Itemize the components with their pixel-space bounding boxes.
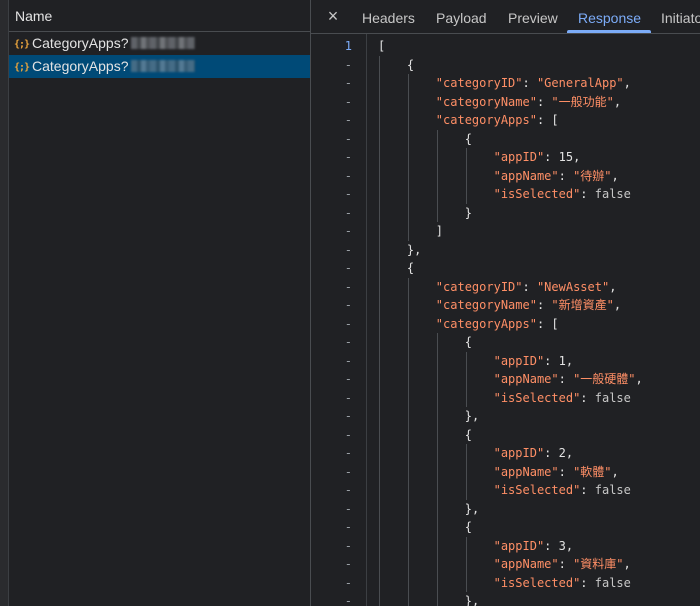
line-number-gutter: 1 - - - - - - - - - - - - - - - - - - - - - - - - - - - - - - [311, 34, 367, 606]
timeline-strip [0, 0, 9, 606]
line-number: - [344, 464, 352, 479]
code-line: "isSelected": false [493, 390, 631, 405]
response-code-viewer[interactable]: 1 - - - - - - - - - - - - - - - - - - - - - - - - - - - - - - [ { "cat… [311, 34, 700, 606]
tab-headers[interactable]: Headers [362, 0, 415, 34]
code-line: "categoryApps": [ [435, 316, 559, 331]
line-number: - [344, 575, 352, 590]
code-line: "categoryName": "一般功能", [435, 94, 622, 109]
code-line: "appName": "待辦", [493, 168, 619, 183]
line-number: - [344, 372, 352, 386]
line-number: - [344, 353, 352, 368]
code-line: "appName": "資料庫", [493, 557, 631, 571]
code-line: { [464, 520, 472, 534]
line-number: 1 [344, 39, 352, 53]
line-number: - [344, 483, 352, 497]
line-number: - [344, 594, 352, 606]
active-tab-indicator [567, 30, 651, 33]
code-line: }, [464, 594, 480, 606]
code-line: { [464, 427, 472, 442]
indent-guide [379, 55, 380, 606]
line-number: - [344, 557, 352, 571]
tab-initiator[interactable]: Initiator [661, 0, 700, 34]
line-number: - [344, 520, 352, 534]
request-list-panel: Name {;} CategoryApps? {;} CategoryApps? [0, 0, 311, 606]
code-line: "appName": "一般硬體", [493, 372, 643, 386]
line-number: - [344, 113, 352, 127]
line-number: - [344, 335, 352, 349]
code-line: }, [464, 501, 480, 516]
devtools-network-panel: Name {;} CategoryApps? {;} CategoryApps? ×… [0, 0, 700, 606]
line-number: - [344, 242, 352, 257]
line-number: - [344, 131, 352, 146]
tab-preview[interactable]: Preview [508, 0, 558, 34]
line-number: - [344, 168, 352, 183]
code-line: "appName": "軟體", [493, 464, 619, 479]
code-line: { [464, 131, 472, 146]
indent-guide [465, 536, 467, 592]
line-number: - [344, 150, 352, 164]
indent-guide [465, 351, 467, 407]
code-line: "isSelected": false [493, 575, 631, 590]
redacted-query-string [130, 60, 195, 72]
line-number: - [344, 279, 352, 294]
indent-guide [465, 148, 467, 204]
line-number: - [344, 224, 352, 238]
line-number: - [344, 446, 352, 460]
code-line: ] [435, 224, 444, 238]
line-number: - [344, 316, 352, 331]
line-number: - [344, 409, 352, 423]
line-number: - [344, 298, 352, 312]
code-line: }, [406, 242, 422, 257]
indent-guide [407, 74, 409, 241]
indent-guide [436, 333, 438, 606]
request-name: CategoryApps? [32, 35, 129, 51]
code-line: "isSelected": false [493, 483, 631, 497]
line-number: - [344, 187, 352, 201]
details-tab-bar: × Headers Payload Preview Response Initi… [311, 0, 700, 34]
tab-payload[interactable]: Payload [436, 0, 487, 34]
line-number: - [344, 538, 352, 553]
line-number: - [344, 57, 352, 72]
close-icon[interactable]: × [324, 7, 342, 25]
indent-guide [465, 444, 467, 500]
code-line: { [406, 57, 415, 72]
code-line: [ [378, 39, 386, 53]
line-number: - [344, 427, 352, 442]
code-line: { [464, 335, 472, 349]
name-column-header[interactable]: Name [9, 0, 310, 32]
json-file-icon: {;} [14, 39, 30, 50]
line-number: - [344, 76, 352, 90]
redacted-query-string [130, 37, 195, 49]
request-row-selected[interactable]: {;} CategoryApps? [9, 55, 310, 78]
line-number: - [344, 390, 352, 405]
code-line: "categoryID": "NewAsset", [435, 279, 617, 294]
code-line: "categoryID": "GeneralApp", [435, 76, 631, 90]
line-number: - [344, 261, 352, 275]
line-number: - [344, 501, 352, 516]
json-file-icon: {;} [14, 62, 30, 73]
code-line: }, [464, 409, 480, 423]
line-number: - [344, 205, 352, 220]
tab-response[interactable]: Response [578, 0, 641, 34]
code-line: "categoryApps": [ [435, 113, 559, 127]
indent-guide [407, 277, 409, 606]
code-line: "isSelected": false [493, 187, 631, 201]
code-line: { [406, 261, 415, 275]
line-number: - [344, 94, 352, 109]
code-line: "categoryName": "新增資產", [435, 298, 622, 312]
request-name: CategoryApps? [32, 58, 129, 74]
request-row[interactable]: {;} CategoryApps? [9, 32, 310, 55]
code-line: } [464, 205, 472, 220]
indent-guide [436, 129, 438, 222]
